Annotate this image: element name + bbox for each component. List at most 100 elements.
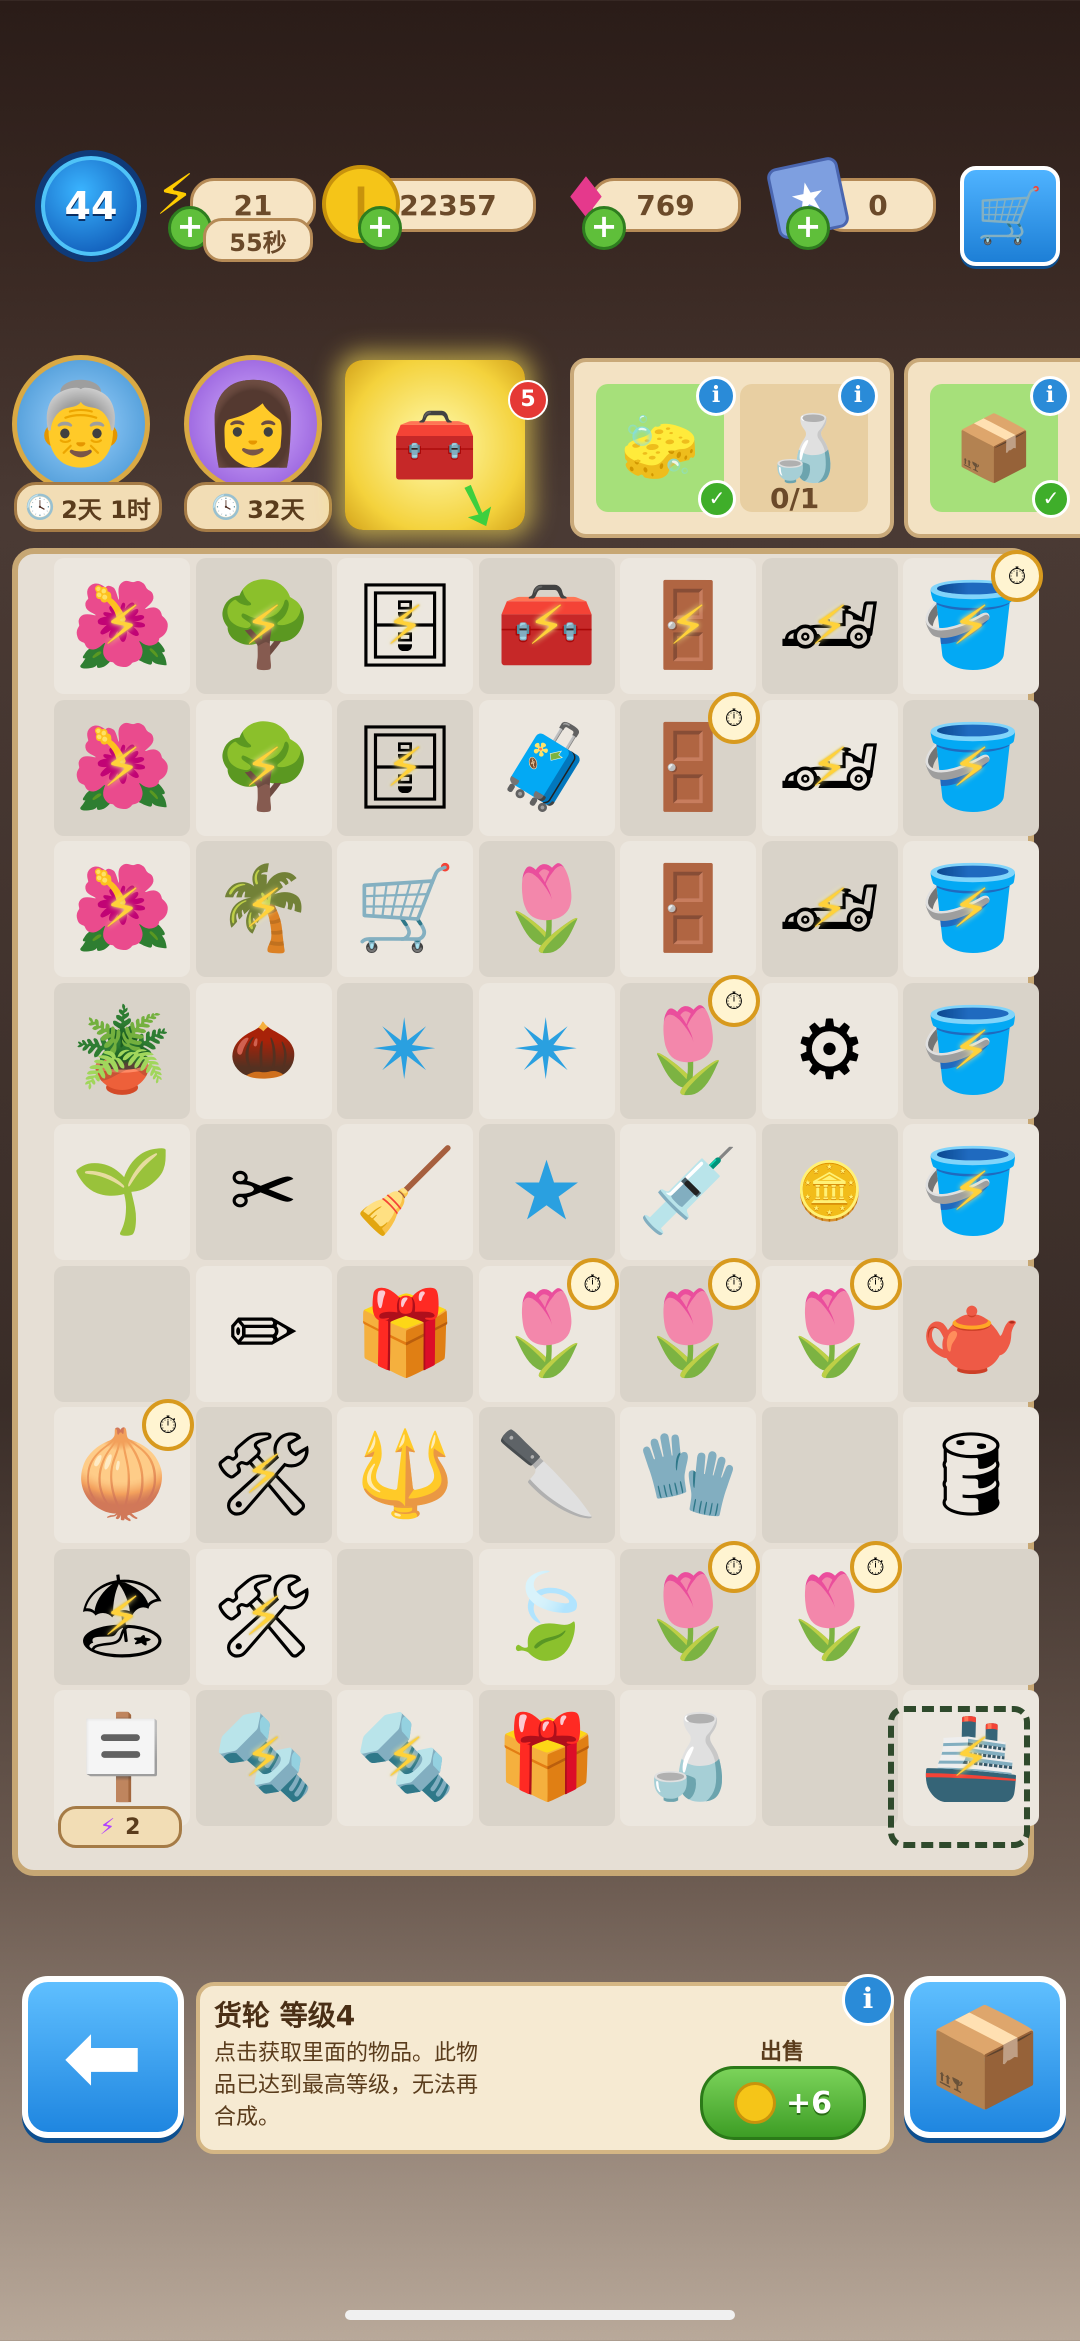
board-cell[interactable]: 🌺 ⚡ xyxy=(54,558,190,694)
board-cell[interactable]: 🧤 xyxy=(620,1407,756,1543)
board-cell[interactable]: 🏎 ⚡ xyxy=(761,699,898,836)
board-cell[interactable]: 🧅 ⏱ xyxy=(54,1399,194,1543)
board-cell[interactable]: 🧰 ⚡ xyxy=(478,558,615,694)
shop-cart-button[interactable]: 🛒 xyxy=(960,166,1060,266)
board-cell[interactable]: 🗄 ⚡ xyxy=(337,558,473,694)
sell-button[interactable]: +6 xyxy=(700,2066,866,2140)
board-energy-chip: ⚡ 2 xyxy=(58,1806,182,1848)
board-cell[interactable]: ✏ xyxy=(195,1265,332,1402)
board-cell[interactable]: 🛒 xyxy=(337,841,473,977)
home-indicator xyxy=(345,2310,735,2320)
board-cell[interactable]: 🌷 ⏱ xyxy=(620,1540,760,1685)
info-icon[interactable]: i xyxy=(1030,376,1070,416)
board-cell[interactable]: 🌷 xyxy=(478,841,615,977)
empty-cell[interactable] xyxy=(903,1548,1039,1685)
board-cell[interactable]: 🌴 ⚡ xyxy=(195,841,332,977)
board-cell[interactable]: 🍃 xyxy=(478,1548,615,1685)
player-level-badge[interactable]: 44 xyxy=(35,150,147,262)
board-cell[interactable]: 🪙 xyxy=(761,1124,898,1260)
order-panel-2[interactable]: 📦 i ✓ xyxy=(904,358,1080,538)
board-cell[interactable]: 🔩 ⚡ xyxy=(337,1690,473,1826)
board-cell[interactable]: 🌷 ⏱ xyxy=(620,974,760,1119)
add-stars-button[interactable]: + xyxy=(786,206,830,250)
board-cell[interactable]: ✴ xyxy=(478,982,615,1119)
board-cell[interactable]: 🌳 ⚡ xyxy=(195,699,332,836)
toolbox-icon: 📦 xyxy=(954,411,1034,486)
event-binoculars-avatar[interactable]: 👵 xyxy=(12,355,150,493)
storage-box-button[interactable]: 📦 xyxy=(904,1976,1066,2138)
board-cell[interactable]: ⚙ xyxy=(761,982,898,1119)
board-cell[interactable]: 🚪 ⚡ xyxy=(620,558,756,694)
board-cell[interactable]: 🔱 xyxy=(337,1407,473,1543)
board-cell[interactable]: 🛠 ⚡ xyxy=(195,1407,332,1543)
board-cell[interactable]: 🌳 ⚡ xyxy=(195,558,332,694)
squeegee-icon: 🧽 xyxy=(620,411,700,486)
event-character-avatar[interactable]: 👩 xyxy=(184,355,322,493)
board-cell[interactable]: 🪣 ⚡ ⏱ xyxy=(903,550,1043,694)
water-bottle-icon: 🍶 xyxy=(636,1710,740,1805)
board-cell[interactable]: 🧳 xyxy=(478,699,615,836)
cart-icon: 🛒 xyxy=(976,184,1044,247)
lightning-overlay-icon: ⚡ xyxy=(103,877,141,940)
board-cell[interactable]: ★ xyxy=(478,1124,615,1260)
board-cell[interactable]: 🌰 xyxy=(195,982,332,1119)
board-cell[interactable]: 🌷 ⏱ xyxy=(478,1257,619,1402)
check-icon: ✓ xyxy=(698,480,736,518)
board-cell[interactable]: 🚪 xyxy=(620,841,756,977)
board-cell[interactable]: 🛠 ⚡ xyxy=(195,1548,332,1685)
board-cell[interactable]: 🪣 ⚡ xyxy=(903,841,1039,977)
board-cell[interactable]: ✴ xyxy=(337,982,473,1119)
board-cell[interactable]: 🌷 ⏱ xyxy=(620,1257,760,1402)
empty-cell[interactable] xyxy=(337,1548,473,1685)
board-cell[interactable]: 🌱 xyxy=(54,1124,190,1260)
board-cell[interactable]: 🌷 ⏱ xyxy=(761,1540,902,1685)
gift-box-icon: 🎁 xyxy=(495,1710,598,1805)
lightning-overlay-icon: ⚡ xyxy=(244,877,283,940)
chest-icon: 🧳 xyxy=(495,719,598,815)
empty-cell[interactable] xyxy=(761,1407,898,1543)
board-cell[interactable]: 💉 xyxy=(620,1124,756,1260)
board-cell[interactable]: 🏖 ⚡ xyxy=(54,1548,190,1685)
info-icon[interactable]: i xyxy=(838,376,878,416)
clock-icon: 🕓 xyxy=(25,493,56,521)
board-cell[interactable]: 🔩 ⚡ xyxy=(195,1690,332,1826)
board-cell[interactable]: 🍶 xyxy=(620,1690,756,1826)
lightning-overlay-icon: ⚡ xyxy=(386,594,424,657)
blue-splat-icon: ✴ xyxy=(512,1002,581,1098)
board-cell[interactable]: 🧹 xyxy=(337,1124,473,1260)
item-info-icon[interactable]: i xyxy=(842,1974,894,2026)
board-cell[interactable]: 🗄 ⚡ xyxy=(337,699,473,836)
board-cell[interactable]: 🌷 ⏱ xyxy=(761,1257,902,1402)
board-cell[interactable]: 🪣 ⚡ xyxy=(903,699,1039,836)
board-cell[interactable]: 🚪 ⏱ xyxy=(620,691,760,836)
purple-lightning-icon: ⚡ xyxy=(99,1814,116,1840)
door-icon: 🚪 xyxy=(636,861,740,956)
board-cell[interactable]: 🏎 ⚡ xyxy=(761,558,898,694)
board-cell[interactable]: 🪣 ⚡ xyxy=(903,1124,1039,1260)
board-cell[interactable]: 🛢 xyxy=(903,1407,1039,1543)
gift-count-badge: 5 xyxy=(508,380,548,420)
board-cell[interactable]: 🏎 ⚡ xyxy=(761,841,898,977)
potted-plant-icon: 🪴 xyxy=(70,1002,174,1098)
board-cell[interactable]: ✂ xyxy=(195,1124,332,1260)
board-cell[interactable]: 🪣 ⚡ xyxy=(903,982,1039,1119)
coin-icon xyxy=(733,2082,776,2124)
order-panel-1[interactable]: 🧽 i ✓ 🍶 i 0/1 xyxy=(570,358,894,538)
add-coins-button[interactable]: + xyxy=(358,206,402,250)
board-cell[interactable]: 🌺 ⚡ xyxy=(54,841,190,977)
board-cell[interactable]: 🌺 ⚡ xyxy=(54,699,190,836)
empty-cell[interactable] xyxy=(54,1265,190,1402)
lightning-overlay-icon: ⚡ xyxy=(810,877,849,940)
board-cell[interactable]: 🎁 xyxy=(337,1265,473,1402)
board-cell[interactable]: 🎁 xyxy=(478,1690,615,1826)
info-icon[interactable]: i xyxy=(696,376,736,416)
add-gems-button[interactable]: + xyxy=(582,206,626,250)
board-cell[interactable]: 🫖 xyxy=(903,1265,1039,1402)
back-button[interactable]: ⬅ xyxy=(22,1976,184,2138)
empty-cell[interactable] xyxy=(761,1690,898,1826)
lightning-overlay-icon: ⚡ xyxy=(810,735,849,799)
selection-frame xyxy=(888,1706,1030,1848)
board-cell[interactable]: 🔪 xyxy=(478,1407,615,1543)
board-cell[interactable]: 🪴 xyxy=(54,982,190,1119)
check-icon: ✓ xyxy=(1032,480,1070,518)
